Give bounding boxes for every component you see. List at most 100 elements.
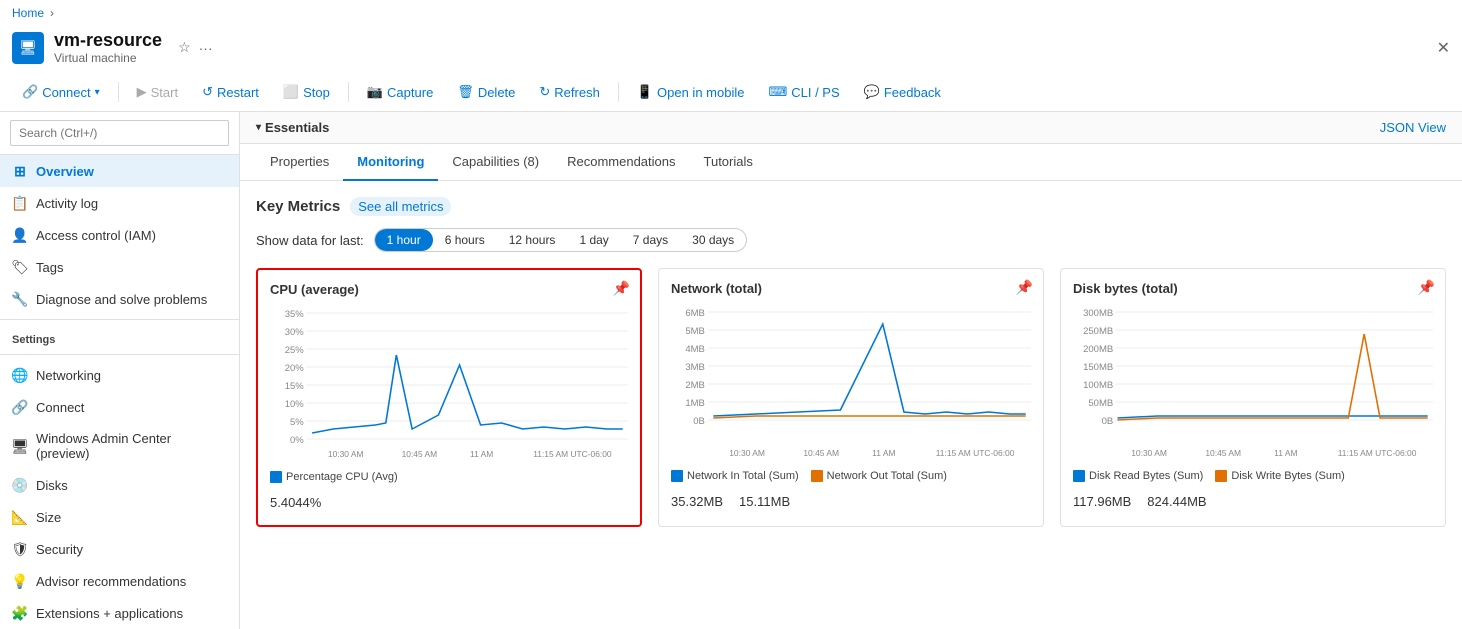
- cpu-chart-area: 35% 30% 25% 20% 15% 10% 5% 0%: [270, 305, 628, 465]
- sidebar-item-activity-log[interactable]: 📋 Activity log: [0, 187, 239, 219]
- svg-text:10%: 10%: [285, 399, 304, 409]
- cli-ps-button[interactable]: ⌨ CLI / PS: [758, 79, 849, 105]
- cpu-legend-dot: [270, 471, 282, 483]
- tab-capabilities[interactable]: Capabilities (8): [438, 144, 553, 181]
- sidebar-item-overview[interactable]: ⊞ Overview: [0, 155, 239, 187]
- svg-text:100MB: 100MB: [1083, 380, 1113, 390]
- sidebar-item-connect[interactable]: 🔗 Connect: [0, 391, 239, 423]
- sidebar-search-container: [0, 112, 239, 155]
- tab-tutorials[interactable]: Tutorials: [690, 144, 767, 181]
- time-pill-6h[interactable]: 6 hours: [433, 229, 497, 251]
- more-options-icon[interactable]: ···: [199, 40, 213, 56]
- disk-read-legend-dot: [1073, 470, 1085, 482]
- time-pill-12h[interactable]: 12 hours: [497, 229, 568, 251]
- svg-text:10:30 AM: 10:30 AM: [1131, 449, 1167, 458]
- networking-icon: 🌐: [12, 367, 28, 383]
- svg-text:11:15 AM UTC-06:00: 11:15 AM UTC-06:00: [1338, 449, 1417, 458]
- svg-text:250MB: 250MB: [1083, 326, 1113, 336]
- cli-icon: ⌨: [768, 84, 787, 100]
- disk-write-value: 824.44MB: [1147, 486, 1206, 512]
- network-pin-icon[interactable]: 📌: [1016, 279, 1033, 296]
- sidebar-divider-2: [0, 354, 239, 355]
- start-button[interactable]: ▶ Start: [127, 79, 188, 105]
- time-pill-1d[interactable]: 1 day: [567, 229, 620, 251]
- time-filter: Show data for last: 1 hour 6 hours 12 ho…: [256, 228, 1446, 252]
- time-pill-7d[interactable]: 7 days: [621, 229, 680, 251]
- svg-text:20%: 20%: [285, 363, 304, 373]
- time-pills: 1 hour 6 hours 12 hours 1 day 7 days 30 …: [374, 228, 748, 252]
- delete-button[interactable]: 🗑 Delete: [447, 79, 525, 105]
- svg-text:4MB: 4MB: [685, 344, 705, 354]
- sidebar-item-networking[interactable]: 🌐 Networking: [0, 359, 239, 391]
- toolbar-divider-2: [348, 82, 349, 102]
- disk-chart-area: 300MB 250MB 200MB 150MB 100MB 50MB 0B: [1073, 304, 1433, 464]
- sidebar-item-size[interactable]: 📐 Size: [0, 501, 239, 533]
- tab-properties[interactable]: Properties: [256, 144, 343, 181]
- svg-text:10:45 AM: 10:45 AM: [402, 450, 438, 459]
- feedback-icon: 💬: [864, 84, 880, 100]
- disk-pin-icon[interactable]: 📌: [1418, 279, 1435, 296]
- connect-button[interactable]: 🔗 Connect ▾: [12, 79, 110, 105]
- sidebar-item-tags[interactable]: 🏷 Tags: [0, 251, 239, 283]
- essentials-toggle[interactable]: ▾ Essentials: [256, 120, 329, 135]
- close-button[interactable]: ✕: [1437, 38, 1450, 58]
- feedback-button[interactable]: 💬 Feedback: [854, 79, 951, 105]
- network-in-value: 35.32MB: [671, 486, 723, 512]
- cpu-pin-icon[interactable]: 📌: [613, 280, 630, 297]
- svg-text:150MB: 150MB: [1083, 362, 1113, 372]
- json-view-link[interactable]: JSON View: [1380, 120, 1446, 135]
- sidebar-item-advisor[interactable]: 💡 Advisor recommendations: [0, 565, 239, 597]
- tab-recommendations[interactable]: Recommendations: [553, 144, 689, 181]
- resource-name: vm-resource: [54, 30, 162, 51]
- content-area: ▾ Essentials JSON View Properties Monito…: [240, 112, 1462, 629]
- sidebar-item-disks[interactable]: 💿 Disks: [0, 469, 239, 501]
- resource-title-block: vm-resource Virtual machine: [54, 30, 162, 65]
- connect-sidebar-icon: 🔗: [12, 399, 28, 415]
- sidebar-item-diagnose[interactable]: 🔧 Diagnose and solve problems: [0, 283, 239, 315]
- svg-text:11:15 AM UTC-06:00: 11:15 AM UTC-06:00: [533, 450, 612, 459]
- essentials-bar: ▾ Essentials JSON View: [240, 112, 1462, 144]
- mobile-icon: 📱: [637, 84, 653, 100]
- capture-icon: 📷: [367, 84, 383, 100]
- search-input[interactable]: [10, 120, 229, 146]
- sidebar-item-windows-admin[interactable]: 🖥 Windows Admin Center (preview): [0, 423, 239, 469]
- svg-text:0%: 0%: [290, 435, 304, 445]
- breadcrumb: Home ›: [0, 0, 1462, 26]
- time-pill-30d[interactable]: 30 days: [680, 229, 746, 251]
- cpu-chart-title: CPU (average): [270, 282, 359, 297]
- tab-monitoring[interactable]: Monitoring: [343, 144, 438, 181]
- resource-header: 🖥 vm-resource Virtual machine ☆ ··· ✕: [0, 26, 1462, 73]
- svg-text:300MB: 300MB: [1083, 308, 1113, 318]
- network-values: 35.32MB 15.11MB: [671, 482, 1031, 512]
- network-chart-title: Network (total): [671, 281, 762, 296]
- disk-write-legend-item: Disk Write Bytes (Sum): [1215, 470, 1344, 482]
- cpu-chart-value: 5.4044%: [270, 487, 628, 513]
- sidebar-item-security[interactable]: 🛡 Security: [0, 533, 239, 565]
- open-mobile-button[interactable]: 📱 Open in mobile: [627, 79, 755, 105]
- svg-text:200MB: 200MB: [1083, 344, 1113, 354]
- time-pill-1h[interactable]: 1 hour: [375, 229, 433, 251]
- svg-text:0B: 0B: [1102, 416, 1114, 426]
- size-icon: 📐: [12, 509, 28, 525]
- overview-icon: ⊞: [12, 163, 28, 179]
- refresh-button[interactable]: ↻ Refresh: [529, 79, 609, 105]
- sidebar-item-access-control[interactable]: 👤 Access control (IAM): [0, 219, 239, 251]
- network-out-value: 15.11MB: [739, 486, 790, 512]
- see-all-metrics-link[interactable]: See all metrics: [350, 197, 451, 216]
- disk-read-legend-item: Disk Read Bytes (Sum): [1073, 470, 1203, 482]
- disks-icon: 💿: [12, 477, 28, 493]
- tabs-bar: Properties Monitoring Capabilities (8) R…: [240, 144, 1462, 181]
- svg-text:30%: 30%: [285, 327, 304, 337]
- favorite-icon[interactable]: ☆: [178, 39, 191, 56]
- diagnose-icon: 🔧: [12, 291, 28, 307]
- svg-text:5%: 5%: [290, 417, 304, 427]
- breadcrumb-home[interactable]: Home: [12, 6, 44, 20]
- capture-button[interactable]: 📷 Capture: [357, 79, 443, 105]
- network-chart-area: 6MB 5MB 4MB 3MB 2MB 1MB 0B: [671, 304, 1031, 464]
- stop-button[interactable]: ⬜ Stop: [273, 79, 340, 105]
- sidebar-item-extensions[interactable]: 🧩 Extensions + applications: [0, 597, 239, 629]
- toolbar: 🔗 Connect ▾ ▶ Start ↺ Restart ⬜ Stop 📷 C…: [0, 73, 1462, 112]
- restart-button[interactable]: ↺ Restart: [192, 79, 269, 105]
- connect-dropdown-icon: ▾: [95, 87, 100, 98]
- svg-text:35%: 35%: [285, 309, 304, 319]
